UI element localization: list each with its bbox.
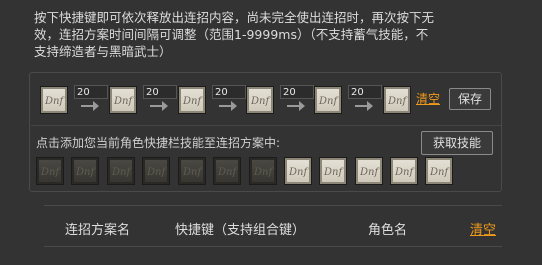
dnf-skill-icon: Dnf	[360, 167, 380, 177]
combo-skill-slot[interactable]: Dnf	[246, 86, 274, 114]
arrow-right-icon	[81, 101, 99, 111]
dnf-skill-icon: Dnf	[183, 96, 203, 106]
fetch-skills-button[interactable]: 获取技能	[421, 131, 493, 155]
svg-text:Dnf: Dnf	[114, 96, 134, 106]
combo-interval-input[interactable]	[212, 85, 246, 99]
dnf-skill-icon: Dnf	[76, 167, 96, 177]
combo-skill-slot[interactable]: Dnf	[383, 86, 411, 114]
skillbar-slot[interactable]: Dnf	[71, 157, 99, 185]
arrow-right-icon	[150, 101, 168, 111]
save-button[interactable]: 保存	[449, 88, 491, 110]
dnf-skill-icon: Dnf	[324, 167, 344, 177]
svg-text:Dnf: Dnf	[319, 96, 339, 106]
dnf-skill-icon: Dnf	[319, 96, 339, 106]
arrow-right-icon	[219, 101, 237, 111]
dnf-skill-icon: Dnf	[289, 167, 309, 177]
combo-clear-link[interactable]: 清空	[416, 90, 440, 107]
skillbar-slot[interactable]: Dnf	[284, 157, 312, 185]
dnf-skill-icon: Dnf	[218, 167, 238, 177]
dnf-skill-icon: Dnf	[254, 167, 274, 177]
skillbar-slot[interactable]: Dnf	[355, 157, 383, 185]
svg-text:Dnf: Dnf	[388, 96, 408, 106]
arrow-right-icon	[287, 101, 305, 111]
dnf-skill-icon: Dnf	[183, 167, 203, 177]
svg-text:Dnf: Dnf	[251, 96, 271, 106]
svg-text:Dnf: Dnf	[112, 167, 132, 177]
svg-text:Dnf: Dnf	[76, 167, 96, 177]
svg-text:Dnf: Dnf	[324, 167, 344, 177]
description-text: 按下快捷键即可依次释放出连招内容，尚未完全使出连招时，再次按下无 效，连招方案时…	[34, 9, 514, 60]
combo-interval-input[interactable]	[143, 85, 177, 99]
dnf-skill-icon: Dnf	[112, 167, 132, 177]
description-line-2: 效，连招方案时间间隔可调整（范围1-9999ms）（不支持蓄气技能，不	[34, 27, 429, 42]
skillbar-hint: 点击添加您当前角色快捷栏技能至连招方案中:	[36, 136, 281, 150]
divider	[31, 125, 501, 126]
combo-interval-input[interactable]	[74, 85, 108, 99]
dnf-skill-icon: Dnf	[251, 96, 271, 106]
skillbar-slot[interactable]: Dnf	[213, 157, 241, 185]
svg-text:Dnf: Dnf	[289, 167, 309, 177]
skillbar-slot[interactable]: Dnf	[249, 157, 277, 185]
skillbar-slot[interactable]: Dnf	[36, 157, 64, 185]
svg-text:Dnf: Dnf	[45, 96, 65, 106]
skillbar-slot[interactable]: Dnf	[319, 157, 347, 185]
svg-text:Dnf: Dnf	[147, 167, 167, 177]
svg-text:Dnf: Dnf	[218, 167, 238, 177]
skillbar-slot[interactable]: Dnf	[107, 157, 135, 185]
svg-text:Dnf: Dnf	[430, 167, 450, 177]
combo-skill-slot[interactable]: Dnf	[109, 86, 137, 114]
dnf-skill-icon: Dnf	[430, 167, 450, 177]
dnf-skill-icon: Dnf	[41, 167, 61, 177]
skillbar-slot[interactable]: Dnf	[390, 157, 418, 185]
arrow-right-icon	[355, 101, 373, 111]
svg-text:Dnf: Dnf	[254, 167, 274, 177]
skillbar-slot[interactable]: Dnf	[425, 157, 453, 185]
combo-interval-input[interactable]	[348, 85, 382, 99]
svg-text:Dnf: Dnf	[183, 96, 203, 106]
combo-skill-slot[interactable]: Dnf	[40, 86, 68, 114]
description-line-3: 支持缔造者与黑暗武士）	[34, 44, 172, 59]
column-combo-name: 连招方案名	[65, 223, 131, 238]
svg-text:Dnf: Dnf	[183, 167, 203, 177]
svg-text:Dnf: Dnf	[41, 167, 61, 177]
combo-table-header: 连招方案名 快捷键（支持组合键） 角色名	[44, 205, 502, 247]
skillbar-slot[interactable]: Dnf	[142, 157, 170, 185]
dnf-skill-icon: Dnf	[147, 167, 167, 177]
dnf-skill-icon: Dnf	[395, 167, 415, 177]
dnf-skill-icon: Dnf	[388, 96, 408, 106]
svg-text:Dnf: Dnf	[395, 167, 415, 177]
dnf-skill-icon: Dnf	[45, 96, 65, 106]
column-role-name: 角色名	[368, 223, 408, 238]
table-clear-link[interactable]: 清空	[470, 219, 496, 238]
combo-skill-slot[interactable]: Dnf	[314, 86, 342, 114]
description-line-1: 按下快捷键即可依次释放出连招内容，尚未完全使出连招时，再次按下无	[34, 10, 435, 25]
skillbar-slot[interactable]: Dnf	[178, 157, 206, 185]
dnf-skill-icon: Dnf	[114, 96, 134, 106]
combo-interval-input[interactable]	[280, 85, 314, 99]
combo-skill-slot[interactable]: Dnf	[178, 86, 206, 114]
column-hotkey: 快捷键（支持组合键）	[175, 223, 306, 238]
svg-text:Dnf: Dnf	[360, 167, 380, 177]
